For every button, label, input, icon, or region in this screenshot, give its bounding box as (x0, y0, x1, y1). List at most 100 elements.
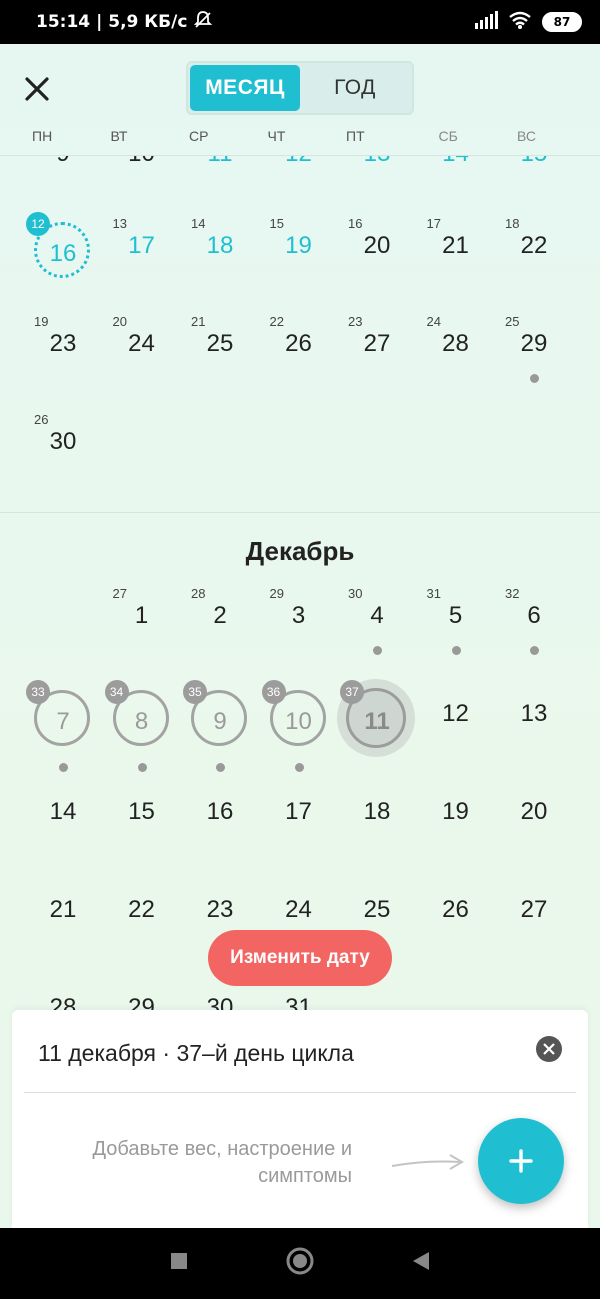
tab-month[interactable]: МЕСЯЦ (190, 65, 300, 111)
day-number: 19 (285, 232, 312, 259)
cycle-day-label: 21 (191, 314, 206, 329)
sheet-close-button[interactable] (536, 1036, 562, 1062)
status-speed: | 5,9 КБ/с (96, 12, 188, 32)
day-cell[interactable]: 27 (495, 870, 573, 968)
cycle-day-badge: 37 (340, 680, 364, 704)
cycle-day-label: 19 (34, 314, 49, 329)
change-date-button[interactable]: Изменить дату (208, 930, 392, 986)
day-cell[interactable]: 28 2 (181, 576, 259, 674)
day-number: 13 (520, 700, 548, 727)
square-icon (171, 1253, 187, 1269)
day-cell[interactable]: 25 29 (495, 304, 573, 402)
day-cell[interactable]: 30 4 (338, 576, 416, 674)
day-number: 12 (442, 700, 469, 727)
day-cell[interactable]: 13 (495, 674, 573, 772)
day-cell[interactable]: 14 18 (181, 206, 259, 304)
recents-button[interactable] (169, 1251, 189, 1276)
day-cell[interactable]: 27 1 (103, 576, 181, 674)
day-cell[interactable]: 26 30 (24, 402, 102, 500)
day-cell[interactable]: 10 36 (260, 674, 338, 772)
day-number: 24 (285, 896, 312, 923)
day-number: 26 (285, 330, 312, 357)
day-cell[interactable]: 18 22 (495, 206, 573, 304)
cycle-day-badge: 12 (26, 212, 50, 236)
event-dot (137, 763, 147, 772)
day-cell[interactable]: 12 (417, 674, 495, 772)
day-cell[interactable]: 16 20 (338, 206, 416, 304)
day-cell[interactable]: 20 24 (103, 304, 181, 402)
add-data-hint: Добавьте вес, настроение и симптомы (92, 1138, 352, 1187)
back-triangle-icon (413, 1252, 429, 1270)
day-number: 21 (49, 896, 77, 923)
day-number: 9 (213, 708, 227, 735)
day-cell[interactable]: 17 (260, 772, 338, 870)
event-dot (373, 646, 382, 655)
day-cell[interactable]: 7 33 (24, 674, 102, 772)
day-cell[interactable]: 14 (24, 772, 102, 870)
day-cell[interactable]: 13 17 (103, 206, 181, 304)
home-button[interactable] (285, 1246, 315, 1281)
day-cell[interactable]: 23 27 (338, 304, 416, 402)
day-cell[interactable]: 9 35 (181, 674, 259, 772)
day-cell[interactable]: 19 (417, 772, 495, 870)
back-button[interactable] (411, 1250, 431, 1277)
day-number: 18 (363, 798, 391, 825)
event-dot (451, 646, 461, 655)
day-number: 26 (442, 896, 469, 923)
day-number: 27 (520, 896, 548, 923)
day-cell[interactable]: 15 (103, 772, 181, 870)
weekday-label: ВС (517, 128, 536, 144)
day-number: 14 (49, 798, 77, 825)
status-time: 15:14 (36, 12, 91, 32)
header: МЕСЯЦ ГОД (0, 44, 600, 132)
day-number: 24 (128, 330, 155, 357)
day-cell[interactable]: 22 26 (260, 304, 338, 402)
day-number: 17 (285, 798, 312, 825)
day-cell[interactable]: 17 21 (417, 206, 495, 304)
calendar-scroll-area[interactable]: 9101112131415161213171418151916201721182… (0, 156, 600, 1026)
day-cell[interactable]: 31 5 (417, 576, 495, 674)
close-button[interactable] (20, 72, 54, 106)
day-number: 8 (134, 708, 149, 735)
day-number: 25 (363, 896, 391, 923)
arrow-right-icon (391, 1154, 464, 1170)
day-number: 23 (206, 896, 234, 923)
cycle-day-label: 16 (348, 216, 363, 231)
day-number: 18 (206, 232, 234, 259)
day-cell[interactable]: 8 34 (103, 674, 181, 772)
day-number: 12 (260, 156, 338, 168)
day-cell[interactable]: 32 6 (495, 576, 573, 674)
tab-year[interactable]: ГОД (300, 65, 410, 111)
day-number: 11 (364, 708, 390, 735)
day-cell[interactable]: 16 (181, 772, 259, 870)
day-cell[interactable]: 22 (103, 870, 181, 968)
divider (24, 1092, 576, 1093)
day-cell[interactable]: 18 (338, 772, 416, 870)
month-title: Декабрь (245, 536, 355, 566)
cycle-day-badge: 35 (183, 680, 207, 704)
day-cell[interactable]: 20 (495, 772, 573, 870)
day-cell[interactable]: 19 23 (24, 304, 102, 402)
day-cell[interactable]: 24 28 (417, 304, 495, 402)
day-cell[interactable]: 16 12 (24, 206, 102, 304)
add-entry-button[interactable] (478, 1118, 564, 1204)
day-number: 7 (56, 708, 70, 735)
weekday-label: ВТ (110, 128, 128, 144)
day-number: 22 (520, 232, 548, 259)
cycle-day-label: 13 (112, 216, 127, 231)
day-number: 21 (442, 232, 469, 259)
day-number: 9 (24, 156, 102, 168)
view-segmented-control: МЕСЯЦ ГОД (186, 61, 414, 115)
close-icon (25, 77, 49, 101)
battery-icon: 87 (542, 12, 582, 32)
day-cell[interactable]: 29 3 (260, 576, 338, 674)
day-cell[interactable]: 15 19 (260, 206, 338, 304)
day-cell[interactable]: 26 (417, 870, 495, 968)
day-number: 29 (520, 330, 548, 357)
wifi-icon (508, 11, 532, 34)
day-cell[interactable]: 21 (24, 870, 102, 968)
day-number: 6 (527, 602, 541, 629)
day-number: 17 (128, 232, 155, 259)
day-cell[interactable]: 21 25 (181, 304, 259, 402)
day-cell[interactable]: 11 37 (338, 674, 416, 772)
